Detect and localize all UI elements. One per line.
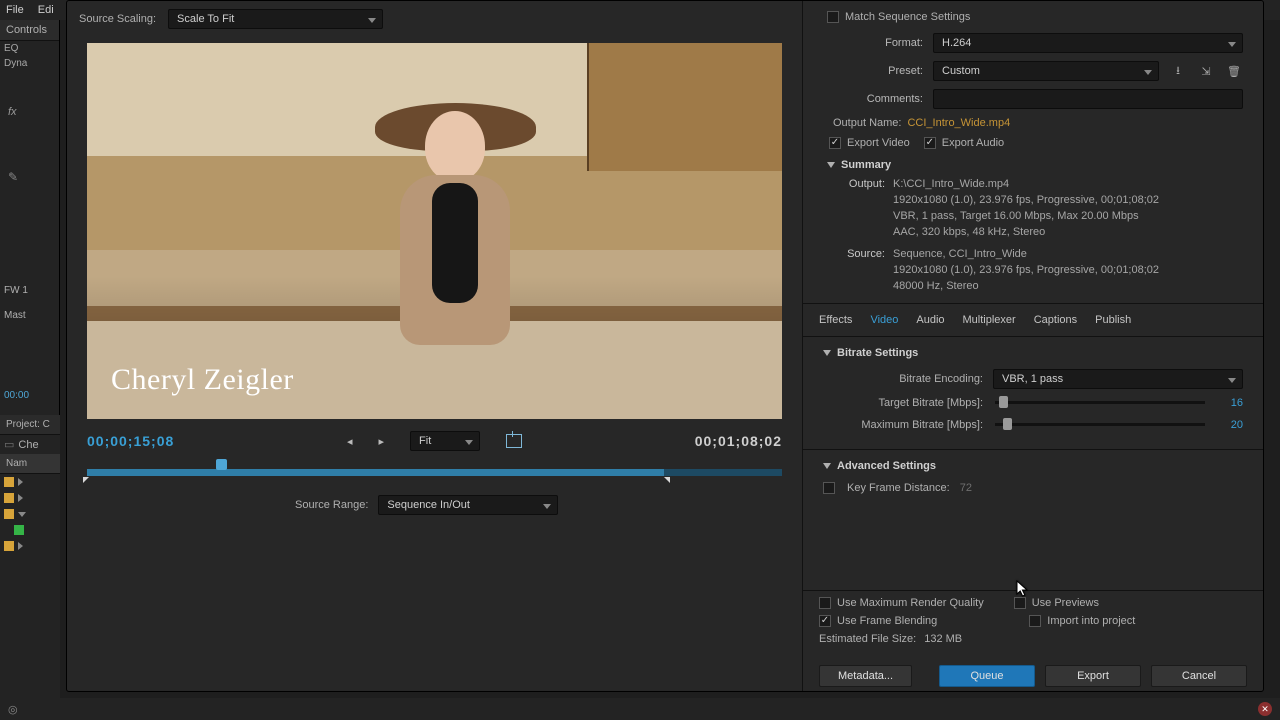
tab-publish[interactable]: Publish (1093, 312, 1133, 328)
tab-multiplexer[interactable]: Multiplexer (961, 312, 1018, 328)
name-column-header[interactable]: Nam (0, 454, 60, 474)
target-bitrate-value[interactable]: 16 (1217, 397, 1243, 409)
project-header: Project: C (0, 415, 60, 435)
summary-source-label: Source: (827, 247, 885, 295)
pen-icon: ✎ (8, 170, 18, 184)
playhead[interactable] (216, 459, 227, 470)
advanced-section-toggle[interactable]: Advanced Settings (823, 460, 1243, 472)
cancel-button[interactable]: Cancel (1151, 665, 1247, 687)
export-video-label: Export Video (847, 137, 910, 149)
max-render-quality-label: Use Maximum Render Quality (837, 597, 984, 609)
project-search[interactable]: Che (18, 439, 38, 451)
tab-effects[interactable]: Effects (817, 312, 854, 328)
bitrate-encoding-dropdown[interactable]: VBR, 1 pass (993, 369, 1243, 389)
source-range-dropdown[interactable]: Sequence In/Out (378, 495, 558, 515)
max-bitrate-value[interactable]: 20 (1217, 419, 1243, 431)
fw-label: FW 1 (4, 285, 28, 296)
frame-blending-checkbox[interactable] (819, 615, 831, 627)
metadata-button[interactable]: Metadata... (819, 665, 912, 687)
import-project-checkbox[interactable] (1029, 615, 1041, 627)
in-point-handle[interactable] (83, 477, 89, 483)
target-bitrate-slider[interactable] (995, 401, 1205, 404)
export-settings-dialog: Source Scaling: Scale To Fit Cheryl Zeig… (66, 0, 1264, 692)
effect-eq[interactable]: EQ (0, 41, 59, 56)
preset-dropdown[interactable]: Custom (933, 61, 1159, 81)
keyframe-distance-label: Key Frame Distance: (847, 482, 950, 494)
format-label: Format: (823, 37, 923, 49)
export-button[interactable]: Export (1045, 665, 1141, 687)
lower-third-text: Cheryl Zeigler (111, 363, 294, 397)
out-point-handle[interactable] (664, 477, 670, 483)
summary-output-text: K:\CCI_Intro_Wide.mp4 1920x1080 (1.0), 2… (893, 177, 1159, 241)
bin-row[interactable] (0, 538, 60, 554)
status-bar: ◎ ✕ (0, 698, 1280, 720)
project-panel: Project: C ▭ Che Nam (0, 415, 60, 698)
fx-icon: fx (8, 106, 17, 118)
menu-edit[interactable]: Edi (38, 4, 54, 16)
tab-video[interactable]: Video (868, 312, 900, 328)
play-icon[interactable]: ▸ (379, 435, 385, 448)
error-badge-icon[interactable]: ✕ (1258, 702, 1272, 716)
import-preset-icon[interactable]: ⇲ (1197, 62, 1215, 80)
export-audio-label: Export Audio (942, 137, 1004, 149)
source-scaling-dropdown[interactable]: Scale To Fit (168, 9, 383, 29)
export-preview-panel: Source Scaling: Scale To Fit Cheryl Zeig… (67, 1, 803, 691)
step-back-icon[interactable]: ◂ (347, 435, 353, 448)
max-bitrate-label: Maximum Bitrate [Mbps]: (823, 419, 983, 431)
settings-tabbar: Effects Video Audio Multiplexer Captions… (803, 303, 1263, 337)
max-render-quality-checkbox[interactable] (819, 597, 831, 609)
import-project-label: Import into project (1047, 615, 1135, 627)
zoom-fit-dropdown[interactable]: Fit (410, 431, 480, 451)
export-audio-checkbox[interactable] (924, 137, 936, 149)
format-dropdown[interactable]: H.264 (933, 33, 1243, 53)
estimated-size-label: Estimated File Size: (819, 633, 916, 645)
bin-row[interactable] (0, 506, 60, 522)
summary-source-text: Sequence, CCI_Intro_Wide 1920x1080 (1.0)… (893, 247, 1159, 295)
controls-tab[interactable]: Controls (0, 20, 59, 41)
estimated-size-value: 132 MB (924, 633, 962, 645)
bin-row[interactable] (0, 490, 60, 506)
target-bitrate-label: Target Bitrate [Mbps]: (823, 397, 983, 409)
comments-label: Comments: (823, 93, 923, 105)
match-sequence-checkbox[interactable] (827, 11, 839, 23)
crop-output-icon[interactable] (506, 434, 522, 448)
creative-cloud-icon[interactable]: ◎ (8, 703, 18, 716)
summary-toggle[interactable]: Summary (827, 159, 1243, 171)
output-name-label: Output Name: (833, 117, 901, 129)
save-preset-icon[interactable]: ⭳ (1169, 62, 1187, 80)
menu-file[interactable]: File (6, 4, 24, 16)
summary-output-label: Output: (827, 177, 885, 241)
max-bitrate-slider[interactable] (995, 423, 1205, 426)
preview-timeline[interactable] (87, 459, 782, 485)
source-scaling-label: Source Scaling: (79, 13, 156, 25)
bitrate-section-toggle[interactable]: Bitrate Settings (823, 347, 1243, 359)
master-label: Mast (4, 310, 26, 321)
frame-blending-label: Use Frame Blending (837, 615, 937, 627)
keyframe-distance-checkbox[interactable] (823, 482, 835, 494)
folder-icon: ▭ (4, 438, 14, 451)
mini-timecode: 00:00 (4, 390, 29, 401)
source-range-label: Source Range: (295, 499, 368, 511)
keyframe-distance-value[interactable]: 72 (960, 482, 972, 494)
match-sequence-label: Match Sequence Settings (845, 11, 970, 23)
timecode-current[interactable]: 00;00;15;08 (87, 433, 174, 449)
output-name-link[interactable]: CCI_Intro_Wide.mp4 (907, 117, 1010, 129)
tab-captions[interactable]: Captions (1032, 312, 1079, 328)
bitrate-encoding-label: Bitrate Encoding: (823, 373, 983, 385)
bin-row[interactable] (0, 474, 60, 490)
queue-button[interactable]: Queue (939, 665, 1035, 687)
bin-row[interactable] (0, 522, 60, 538)
use-previews-label: Use Previews (1032, 597, 1099, 609)
use-previews-checkbox[interactable] (1014, 597, 1026, 609)
effect-dynamics[interactable]: Dyna (0, 56, 59, 71)
export-settings-panel: Match Sequence Settings Format: H.264 Pr… (803, 1, 1263, 691)
delete-preset-icon[interactable]: 🗑 (1225, 62, 1243, 80)
comments-input[interactable] (933, 89, 1243, 109)
timecode-duration: 00;01;08;02 (695, 433, 782, 449)
tab-audio[interactable]: Audio (914, 312, 946, 328)
video-preview[interactable]: Cheryl Zeigler (87, 43, 782, 419)
export-video-checkbox[interactable] (829, 137, 841, 149)
preset-label: Preset: (823, 65, 923, 77)
